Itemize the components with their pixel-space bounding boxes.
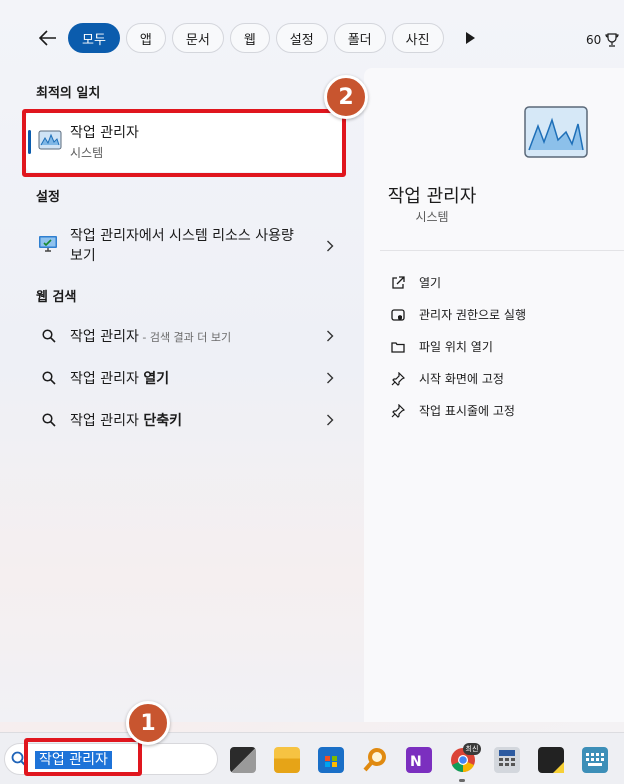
web-search-suffix: - 검색 결과 더 보기 [138, 331, 232, 344]
filter-chip-settings[interactable]: 설정 [275, 23, 328, 53]
folder-icon [390, 339, 406, 355]
shield-admin-icon [390, 307, 406, 323]
web-search-bold-term: 단축키 [143, 413, 182, 429]
svg-text:N: N [410, 754, 422, 770]
web-search-heading: 웹 검색 [36, 290, 77, 305]
web-search-query: 작업 관리자 [70, 329, 139, 345]
step-badge-2: 2 [324, 75, 368, 119]
detail-subtitle: 시스템 [415, 210, 449, 224]
keyboard-app-icon[interactable] [582, 747, 608, 773]
trophy-icon [605, 33, 619, 47]
web-search-bold-term: 열기 [143, 371, 170, 387]
web-search-item[interactable]: 작업 관리자 단축키 [26, 405, 346, 435]
rewards-points[interactable]: 60 [586, 33, 619, 47]
action-label: 관리자 권한으로 실행 [419, 308, 526, 322]
best-match-heading: 최적의 일치 [36, 86, 101, 101]
action-label: 작업 표시줄에 고정 [419, 404, 515, 418]
chevron-right-icon [327, 372, 334, 384]
action-pin-to-taskbar[interactable]: 작업 표시줄에 고정 [390, 402, 515, 419]
settings-heading: 설정 [36, 190, 60, 205]
step-badge-1: 1 [126, 701, 170, 745]
microsoft-store-icon[interactable] [318, 747, 344, 773]
back-arrow-icon [39, 30, 56, 46]
sticky-notes-icon[interactable] [538, 747, 564, 773]
monitor-settings-icon [39, 236, 57, 252]
action-run-as-admin[interactable]: 관리자 권한으로 실행 [390, 306, 526, 323]
filter-chip-documents[interactable]: 문서 [171, 23, 224, 53]
filter-chip-folders[interactable]: 폴더 [333, 23, 386, 53]
chevron-right-icon [327, 330, 334, 342]
action-label: 열기 [419, 276, 442, 290]
filter-chip-photos[interactable]: 사진 [391, 23, 444, 53]
chrome-update-badge: 최신 [463, 743, 481, 755]
web-search-query: 작업 관리자 [70, 371, 144, 387]
chevron-right-icon [327, 240, 334, 252]
running-indicator [459, 779, 465, 782]
pin-icon [390, 371, 406, 387]
task-manager-large-icon [524, 106, 588, 158]
highlight-box-best-match [22, 109, 346, 177]
detail-pane: 작업 관리자 시스템 열기 관리자 권한으로 실행 파일 위치 열기 시작 화면… [364, 68, 624, 722]
settings-result-label: 작업 관리자에서 시스템 리소스 사용량 보기 [70, 228, 294, 264]
action-label: 파일 위치 열기 [419, 340, 493, 354]
task-view-icon[interactable] [230, 747, 256, 773]
web-search-item[interactable]: 작업 관리자 - 검색 결과 더 보기 [26, 321, 346, 351]
action-pin-to-start[interactable]: 시작 화면에 고정 [390, 370, 504, 387]
filter-chip-web[interactable]: 웹 [229, 23, 270, 53]
calculator-icon[interactable] [494, 747, 520, 773]
play-icon [465, 32, 475, 44]
onenote-icon[interactable]: N [406, 747, 432, 773]
action-label: 시작 화면에 고정 [419, 372, 504, 386]
magnifier-app-icon[interactable] [362, 747, 388, 773]
action-open[interactable]: 열기 [390, 274, 441, 291]
filter-chip-apps[interactable]: 앱 [125, 23, 166, 53]
back-button[interactable] [34, 24, 62, 52]
settings-result-item[interactable]: 작업 관리자에서 시스템 리소스 사용량 보기 [26, 224, 346, 268]
more-filters-button[interactable] [458, 26, 482, 50]
detail-title: 작업 관리자 [387, 186, 477, 207]
action-open-file-location[interactable]: 파일 위치 열기 [390, 338, 493, 355]
filter-bar: 모두 앱 문서 웹 설정 폴더 사진 [34, 22, 482, 54]
filter-chip-all[interactable]: 모두 [68, 23, 120, 53]
file-explorer-icon[interactable] [274, 747, 300, 773]
open-external-icon [390, 275, 406, 291]
chevron-right-icon [327, 414, 334, 426]
web-search-query: 작업 관리자 [70, 413, 144, 429]
highlight-box-search [24, 738, 142, 776]
search-icon [42, 329, 56, 343]
search-icon [42, 413, 56, 427]
points-value: 60 [586, 33, 602, 47]
detail-divider [380, 250, 624, 251]
pin-icon [390, 403, 406, 419]
search-icon [42, 371, 56, 385]
web-search-item[interactable]: 작업 관리자 열기 [26, 363, 346, 393]
